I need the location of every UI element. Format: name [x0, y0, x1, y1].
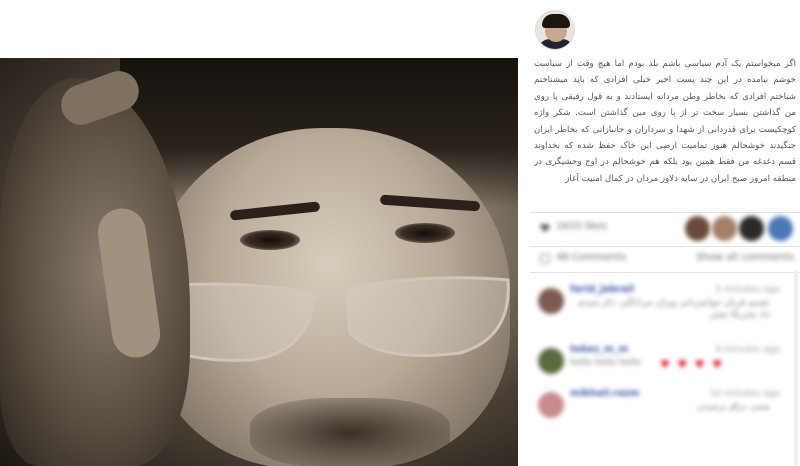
- comment-username[interactable]: tekes_m_m: [570, 344, 628, 355]
- photo-sunglasses: [143, 276, 510, 362]
- show-all-comments-link[interactable]: Show all comments: [696, 252, 794, 263]
- divider: [530, 246, 800, 247]
- photo-beard: [250, 398, 450, 466]
- liker-avatar[interactable]: [712, 216, 737, 241]
- comment-text: ضمی دراق ترسیدن: [697, 402, 770, 412]
- comment-icon: [540, 254, 550, 263]
- liker-avatar[interactable]: [739, 216, 764, 241]
- caption-fade: [530, 196, 800, 210]
- comment-item: farid_jabrail 5 minutes ago عسیم قربان ج…: [530, 282, 800, 330]
- comment-time: 9 minutes ago: [715, 345, 780, 355]
- comment-time: 10 minutes ago: [709, 389, 780, 399]
- post-photo[interactable]: [0, 58, 518, 466]
- liker-avatar[interactable]: [768, 216, 793, 241]
- comment-item: tekes_m_m 9 minutes ago hello hello hell…: [530, 342, 800, 390]
- commenter-avatar[interactable]: [538, 348, 564, 374]
- heart-icon[interactable]: [540, 223, 550, 233]
- comment-item: mikhail.razm 10 minutes ago ضمی دراق ترس…: [530, 386, 800, 434]
- comments-header: 48 Comments Show all comments: [530, 248, 800, 270]
- liker-avatar[interactable]: [685, 216, 710, 241]
- likes-count[interactable]: 1633 likes: [556, 221, 607, 232]
- comments-count: 48 Comments: [556, 252, 627, 263]
- post-sidebar: اگر میخواستم یک آدم سیاسی باشم بلد بودم …: [530, 0, 800, 466]
- comment-text: عسیم قربان جوانمردانی ویران مردانگیز، دک…: [577, 298, 770, 320]
- comment-username[interactable]: farid_jabrail: [570, 284, 634, 295]
- commenter-avatar[interactable]: [538, 288, 564, 314]
- heart-emoji-icons: ♥ ♥ ♥ ♥: [660, 358, 724, 371]
- comment-username[interactable]: mikhail.razm: [570, 388, 639, 399]
- owner-avatar[interactable]: [535, 10, 575, 50]
- photo-right-eye: [395, 223, 455, 243]
- photo-left-eye: [240, 230, 300, 250]
- comments-scrollbar[interactable]: [794, 270, 798, 466]
- divider: [530, 272, 800, 273]
- divider: [530, 212, 800, 213]
- avatar-hair: [542, 14, 570, 28]
- likes-row[interactable]: 1633 likes: [530, 214, 800, 244]
- comment-time: 5 minutes ago: [715, 285, 780, 295]
- commenter-avatar[interactable]: [538, 392, 564, 418]
- post-caption: اگر میخواستم یک آدم سیاسی باشم بلد بودم …: [534, 59, 796, 184]
